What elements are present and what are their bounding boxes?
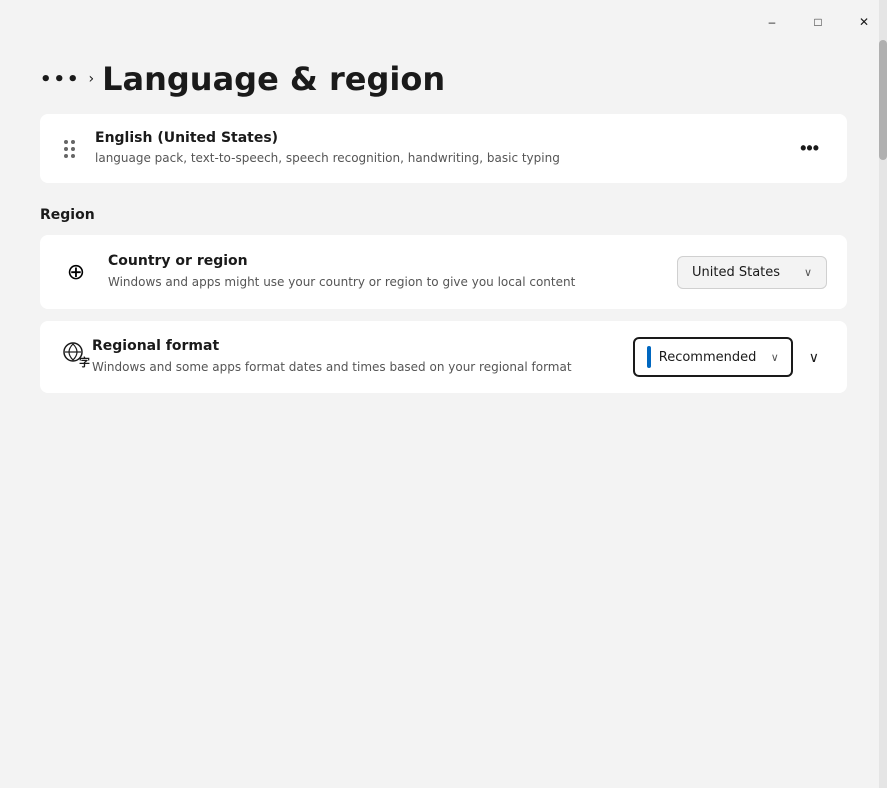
drag-dot [64, 140, 68, 144]
drag-dot [64, 154, 68, 158]
drag-dot [64, 147, 68, 151]
minimize-button[interactable]: – [749, 6, 795, 38]
regional-format-expand-button[interactable]: ∨ [801, 341, 827, 374]
country-region-control: United States ∨ [677, 256, 827, 289]
recommended-chevron-icon: ∨ [771, 351, 779, 364]
region-section-label: Region [40, 207, 847, 223]
drag-dot [71, 147, 75, 151]
recommended-value: Recommended [659, 350, 763, 365]
regional-format-desc: Windows and some apps format dates and t… [92, 358, 633, 376]
country-region-desc: Windows and apps might use your country … [108, 273, 661, 291]
country-region-title: Country or region [108, 253, 661, 269]
country-region-card: ⊕ Country or region Windows and apps mig… [40, 235, 847, 309]
regional-format-svg-icon: 字 [61, 340, 91, 370]
drag-handle[interactable] [60, 136, 79, 162]
scrollbar-thumb[interactable] [879, 40, 887, 160]
globe-icon: ⊕ [60, 260, 92, 285]
language-features: language pack, text-to-speech, speech re… [95, 150, 776, 167]
country-region-text: Country or region Windows and apps might… [108, 253, 661, 291]
regional-format-title: Regional format [92, 338, 633, 354]
language-info: English (United States) language pack, t… [95, 130, 776, 167]
breadcrumb-chevron-icon: › [89, 71, 95, 87]
title-bar: – □ ✕ [0, 0, 887, 40]
language-more-button[interactable]: ••• [792, 134, 827, 163]
drag-dot [71, 154, 75, 158]
maximize-button[interactable]: □ [795, 6, 841, 38]
settings-window: – □ ✕ ••• › Language & region English (U… [0, 0, 887, 788]
regional-format-row: 字 Regional format Windows and some apps … [60, 337, 827, 377]
regional-format-control: Recommended ∨ [633, 337, 793, 377]
svg-text:字: 字 [79, 355, 90, 369]
breadcrumb-back-dots[interactable]: ••• [40, 69, 81, 90]
language-name: English (United States) [95, 130, 776, 146]
country-region-value: United States [692, 265, 780, 280]
country-region-dropdown[interactable]: United States ∨ [677, 256, 827, 289]
scrollbar-track[interactable] [879, 0, 887, 788]
regional-format-card: 字 Regional format Windows and some apps … [40, 321, 847, 393]
regional-format-text: Regional format Windows and some apps fo… [92, 338, 633, 376]
dropdown-chevron-icon: ∨ [804, 266, 812, 279]
drag-dot [71, 140, 75, 144]
page-title: Language & region [102, 60, 445, 98]
main-content: ••• › Language & region English (United … [0, 40, 887, 788]
window-controls: – □ ✕ [749, 6, 887, 38]
breadcrumb: ••• › Language & region [40, 60, 847, 98]
regional-format-icon: 字 [60, 340, 92, 375]
language-card: English (United States) language pack, t… [40, 114, 847, 183]
recommended-dropdown[interactable]: Recommended ∨ [633, 337, 793, 377]
